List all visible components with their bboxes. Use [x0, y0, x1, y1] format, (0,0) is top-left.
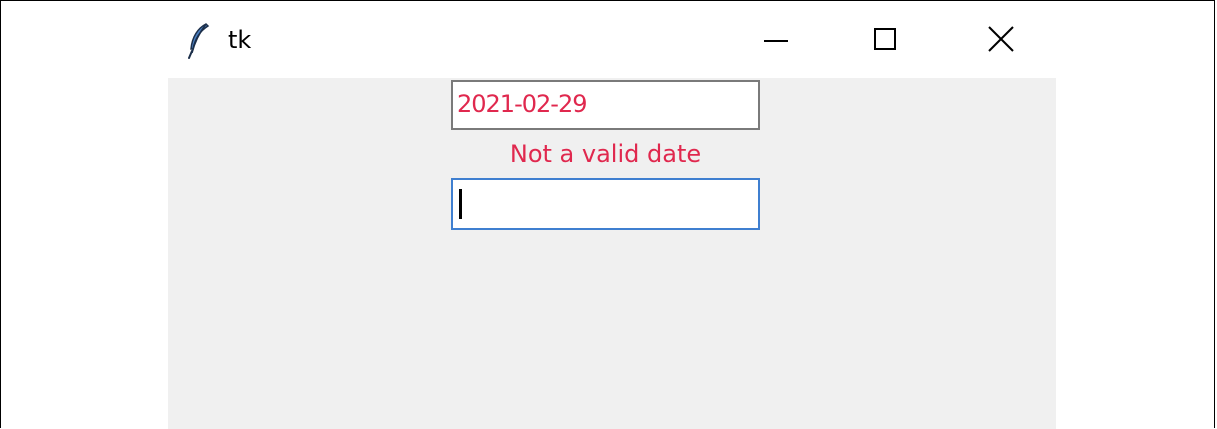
text-cursor — [459, 189, 462, 219]
close-icon — [986, 24, 1016, 58]
error-message: Not a valid date — [509, 140, 702, 168]
minimize-icon — [762, 25, 790, 57]
window-client-area: 2021-02-29 Not a valid date — [168, 78, 1056, 429]
second-entry[interactable] — [451, 178, 760, 230]
feather-icon — [186, 23, 210, 59]
window-title: tk — [228, 26, 252, 54]
date-entry[interactable]: 2021-02-29 — [451, 80, 760, 130]
maximize-icon — [871, 25, 899, 57]
window-title-bar[interactable]: tk — [168, 1, 1056, 78]
close-button[interactable] — [981, 21, 1021, 61]
maximize-button[interactable] — [865, 21, 905, 61]
minimize-button[interactable] — [756, 21, 796, 61]
